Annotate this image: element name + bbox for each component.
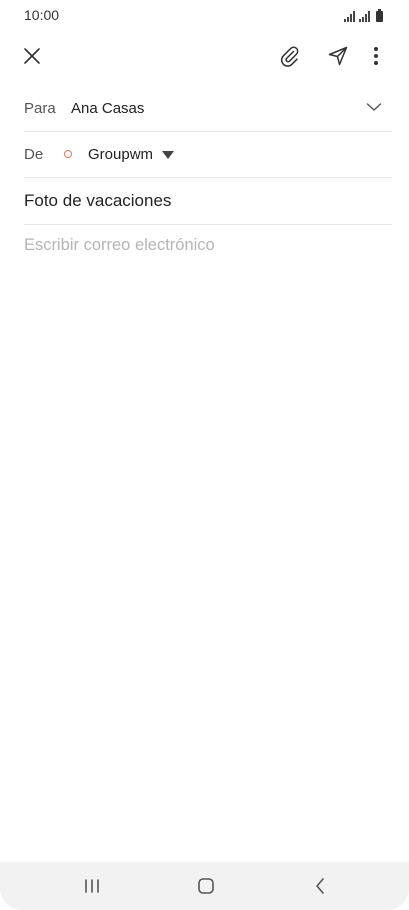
send-icon	[328, 46, 348, 66]
to-recipient[interactable]: Ana Casas	[71, 100, 144, 117]
expand-recipients-button[interactable]	[366, 99, 382, 117]
from-row[interactable]: De Groupwm	[24, 132, 392, 178]
status-bar: 10:00	[0, 0, 409, 32]
send-button[interactable]	[320, 38, 356, 74]
more-options-button[interactable]	[358, 38, 394, 74]
paperclip-icon	[280, 46, 299, 67]
from-account[interactable]: Groupwm	[88, 146, 153, 163]
home-icon	[198, 878, 214, 894]
status-time: 10:00	[24, 7, 60, 23]
chevron-down-icon	[366, 103, 382, 111]
to-label: Para	[24, 100, 56, 117]
battery-icon	[376, 9, 383, 22]
status-icons	[344, 8, 383, 22]
home-button[interactable]	[186, 868, 226, 904]
close-button[interactable]	[14, 38, 50, 74]
back-button[interactable]	[300, 868, 340, 904]
close-icon	[24, 48, 40, 64]
back-icon	[316, 878, 324, 894]
more-vertical-icon	[374, 47, 378, 65]
navigation-bar	[0, 862, 409, 910]
subject-field[interactable]: Foto de vacaciones	[24, 191, 171, 211]
recents-button[interactable]	[72, 868, 112, 904]
subject-row[interactable]: Foto de vacaciones	[24, 178, 392, 225]
compose-toolbar	[0, 38, 409, 78]
from-label: De	[24, 146, 44, 163]
account-dropdown-icon[interactable]	[162, 151, 174, 159]
account-color-icon	[64, 150, 72, 158]
attach-button[interactable]	[272, 38, 308, 74]
signal-icon	[344, 10, 355, 22]
recents-icon	[85, 879, 99, 893]
to-row[interactable]: Para Ana Casas	[24, 86, 392, 132]
signal-icon	[359, 10, 370, 22]
email-body-input[interactable]	[24, 236, 392, 836]
